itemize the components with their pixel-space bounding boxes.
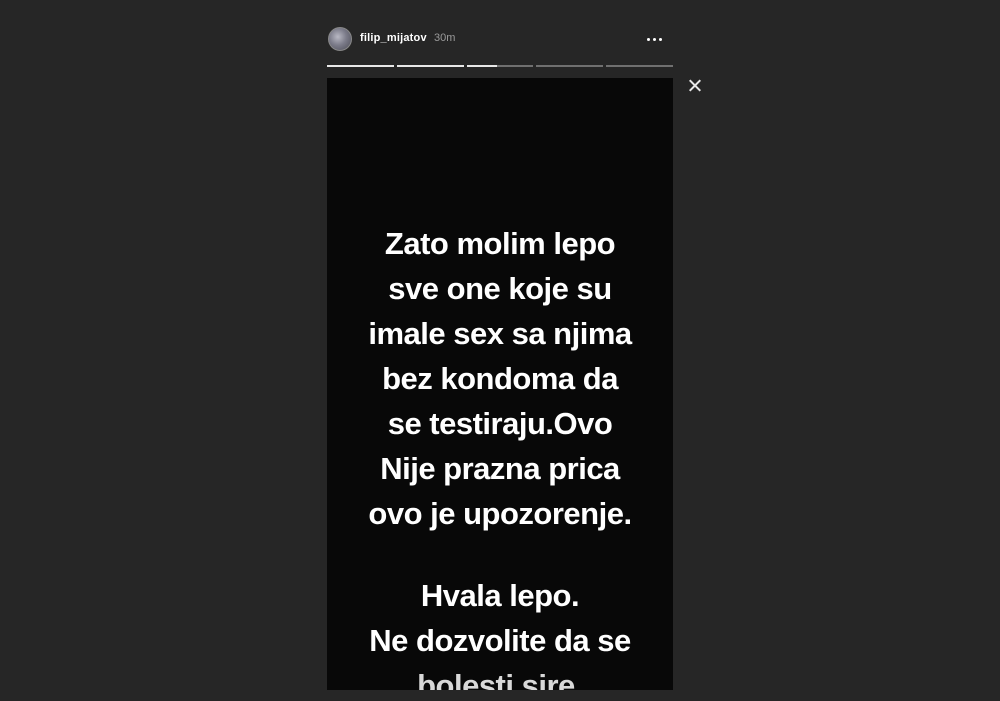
story-line: sve one koje su — [388, 271, 612, 306]
timestamp: 30m — [434, 32, 456, 44]
username[interactable]: filip_mijatov — [360, 32, 427, 44]
progress-segment — [396, 65, 464, 67]
progress-segment — [536, 65, 604, 67]
story-line: Nije prazna prica — [380, 451, 620, 486]
story-line: se testiraju.Ovo — [387, 406, 613, 441]
story-content[interactable]: Zato molim lepo sve one koje su imale se… — [327, 78, 673, 690]
story-line: bolesti sire. — [417, 668, 583, 690]
story-line: Hvala lepo. — [420, 578, 580, 613]
story-line: Zato molim lepo — [384, 226, 616, 261]
story-progress-bars — [327, 65, 673, 68]
progress-segment — [466, 65, 534, 67]
close-icon[interactable] — [685, 76, 705, 96]
more-horizontal-icon — [647, 38, 650, 41]
story-line: bez kondoma da — [382, 361, 618, 396]
progress-fill — [327, 65, 394, 67]
more-horizontal-icon — [653, 38, 656, 41]
progress-fill — [396, 65, 464, 67]
avatar[interactable] — [328, 27, 352, 51]
progress-fill — [466, 65, 497, 67]
story-text: Zato molim lepo sve one koje su imale se… — [327, 221, 673, 690]
progress-segment — [606, 65, 673, 67]
story-line: imale sex sa njima — [368, 316, 632, 351]
story-viewer: filip_mijatov 30m Zato molim lepo sve on… — [0, 0, 1000, 701]
story-line: ovo je upozorenje. — [368, 496, 632, 531]
story-header: filip_mijatov 30m — [326, 24, 672, 58]
more-options-button[interactable] — [644, 28, 666, 50]
more-horizontal-icon — [659, 38, 662, 41]
progress-segment — [327, 65, 394, 67]
story-line: Ne dozvolite da se — [369, 623, 631, 658]
